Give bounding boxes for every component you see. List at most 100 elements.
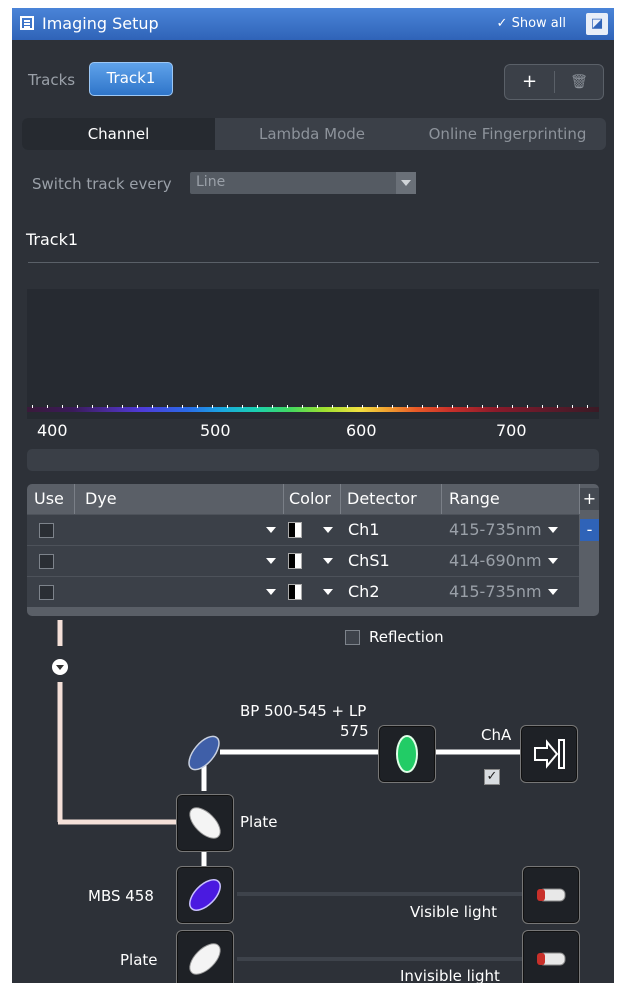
mbs-label: MBS 458: [88, 887, 154, 905]
spectrum-tick: [77, 405, 78, 408]
detector-button[interactable]: [520, 725, 578, 783]
spectrum-tick: [227, 405, 228, 408]
light-path-diagram: BP 500-545 + LP 575 ChA ✓ Plate MBS 458 …: [12, 616, 614, 983]
plate-button[interactable]: [176, 794, 234, 852]
range-dropdown-icon[interactable]: [548, 558, 558, 564]
spectrum-tick: [92, 405, 93, 408]
show-all-label: Show all: [511, 16, 566, 31]
color-swatch[interactable]: [288, 553, 302, 569]
spectrum-tick: [407, 405, 408, 408]
spectrum-tick: [542, 405, 543, 408]
dye-dropdown-icon[interactable]: [266, 527, 276, 533]
track1-button[interactable]: Track1: [89, 62, 173, 96]
range-bar[interactable]: [27, 449, 599, 471]
switch-track-select[interactable]: Line: [190, 172, 416, 194]
filter-label-2: 575: [340, 722, 369, 740]
spectrum-tick: [32, 405, 33, 408]
use-checkbox[interactable]: [39, 523, 54, 538]
range-dropdown-icon[interactable]: [548, 527, 558, 533]
channel-label: ChA: [481, 726, 512, 744]
green-filter-icon: [396, 735, 418, 773]
spectrum-tick: [422, 405, 423, 408]
spectrum-tick: [392, 405, 393, 408]
visible-light-button[interactable]: [522, 866, 580, 924]
plate-label: Plate: [240, 813, 278, 831]
table-row[interactable]: Ch2 415-735nm: [27, 576, 579, 607]
spectrum-tick: [332, 405, 333, 408]
dye-dropdown-icon[interactable]: [266, 589, 276, 595]
add-track-button[interactable]: +: [505, 65, 554, 99]
tab-lambda-mode[interactable]: Lambda Mode: [215, 118, 409, 150]
range-dropdown-icon[interactable]: [548, 589, 558, 595]
color-swatch[interactable]: [288, 584, 302, 600]
axis-label-600: 600: [346, 421, 377, 440]
spectrum-tick: [257, 405, 258, 408]
color-dropdown-icon[interactable]: [323, 589, 333, 595]
mbs-button[interactable]: [176, 866, 234, 924]
switch-track-value: Line: [196, 174, 226, 190]
spectrum-tick: [212, 405, 213, 408]
spectrum-tick: [467, 405, 468, 408]
axis-label-500: 500: [200, 421, 231, 440]
imaging-setup-panel: Imaging Setup ✓ Show all ◪ Tracks Track1…: [12, 8, 614, 983]
channel-checkbox[interactable]: ✓: [484, 769, 500, 785]
reflection-checkbox[interactable]: [345, 630, 360, 645]
light-path-svg: [52, 620, 522, 961]
visible-light-label: Visible light: [410, 903, 498, 921]
add-channel-button[interactable]: +: [580, 488, 599, 510]
spectrum-tick: [182, 405, 183, 408]
table-row[interactable]: ChS1 414-690nm: [27, 545, 579, 576]
plate-icon: [189, 807, 221, 839]
color-dropdown-icon[interactable]: [323, 558, 333, 564]
spectrum-tick: [317, 405, 318, 408]
reflection-label: Reflection: [369, 628, 444, 646]
plate2-button[interactable]: [176, 930, 234, 983]
trash-icon[interactable]: 🗑: [555, 65, 603, 99]
spectrum-tick: [347, 405, 348, 408]
invisible-light-button[interactable]: [522, 930, 580, 983]
color-swatch[interactable]: [288, 522, 302, 538]
mode-tabs: Channel Lambda Mode Online Fingerprintin…: [22, 118, 606, 150]
check-icon: ✓: [496, 16, 508, 31]
remove-channel-button[interactable]: -: [580, 519, 599, 541]
range-cell[interactable]: 415-735nm: [449, 582, 542, 601]
tab-online-fingerprinting[interactable]: Online Fingerprinting: [409, 118, 606, 150]
range-cell[interactable]: 415-735nm: [449, 520, 542, 539]
switch-track-label: Switch track every: [32, 175, 172, 193]
show-all-toggle[interactable]: ✓ Show all: [491, 13, 572, 35]
detector-cell: Ch2: [348, 582, 380, 601]
spectrum-tick: [47, 405, 48, 408]
spectrum-tick: [527, 405, 528, 408]
col-color: Color: [289, 489, 331, 508]
detector-cell: ChS1: [348, 551, 390, 570]
range-cell[interactable]: 414-690nm: [449, 551, 542, 570]
spectrum-tick: [452, 405, 453, 408]
section-title: Track1: [26, 230, 79, 249]
spectrum-tick: [62, 405, 63, 408]
tab-channel[interactable]: Channel: [22, 118, 215, 150]
lamp-icon: [537, 952, 566, 966]
spectrum-tick: [152, 405, 153, 408]
dye-dropdown-icon[interactable]: [266, 558, 276, 564]
color-dropdown-icon[interactable]: [323, 527, 333, 533]
title-bar: Imaging Setup ✓ Show all ◪: [12, 8, 614, 40]
filter-label: BP 500-545 + LP: [240, 702, 367, 720]
lamp-icon: [537, 888, 566, 902]
panel-icon: [20, 16, 34, 30]
axis-label-400: 400: [37, 421, 68, 440]
spectrum-tick: [272, 405, 273, 408]
use-checkbox[interactable]: [39, 554, 54, 569]
spectrum-tick: [137, 405, 138, 408]
tracks-label: Tracks: [28, 71, 76, 89]
use-checkbox[interactable]: [39, 585, 54, 600]
spectrum-tick: [287, 405, 288, 408]
detector-icon: [534, 739, 565, 769]
emission-filter-button[interactable]: [378, 725, 436, 783]
spectrum-tick: [107, 405, 108, 408]
spectrum-tick: [377, 405, 378, 408]
table-row[interactable]: Ch1 415-735nm: [27, 514, 579, 545]
spectrum-tick: [512, 405, 513, 408]
spectrum-tick: [167, 405, 168, 408]
plate-icon: [189, 943, 221, 975]
undock-icon[interactable]: ◪: [586, 13, 608, 35]
